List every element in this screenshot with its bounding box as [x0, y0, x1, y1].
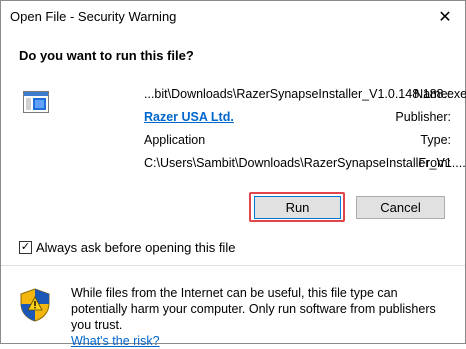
name-row: Name: ...bit\Downloads\RazerSynapseInsta…	[51, 87, 466, 105]
publisher-label: Publisher:	[395, 110, 451, 124]
from-value: C:\Users\Sambit\Downloads\RazerSynapseIn…	[144, 156, 466, 170]
application-file-icon	[23, 91, 49, 113]
always-ask-checkbox[interactable]: ✓	[19, 241, 32, 254]
whats-the-risk-link[interactable]: What's the risk?	[71, 334, 160, 348]
from-row: From: C:\Users\Sambit\Downloads\RazerSyn…	[51, 156, 466, 174]
name-value: ...bit\Downloads\RazerSynapseInstaller_V…	[144, 87, 466, 101]
checkmark-icon: ✓	[20, 241, 31, 253]
separator	[1, 265, 465, 266]
always-ask-label: Always ask before opening this file	[36, 240, 236, 255]
cancel-button[interactable]: Cancel	[356, 196, 445, 219]
window-title: Open File - Security Warning	[10, 9, 177, 24]
always-ask-option[interactable]: ✓ Always ask before opening this file	[19, 240, 235, 255]
run-question: Do you want to run this file?	[19, 48, 194, 63]
publisher-row: Publisher: Razer USA Ltd.	[51, 110, 451, 128]
type-row: Type: Application	[51, 133, 451, 151]
publisher-link[interactable]: Razer USA Ltd.	[144, 110, 234, 124]
warning-message: While files from the Internet can be use…	[71, 285, 451, 349]
security-shield-icon	[20, 288, 50, 322]
run-button[interactable]: Run	[254, 196, 341, 219]
title-bar: Open File - Security Warning ✕	[1, 1, 465, 32]
type-label: Type:	[420, 133, 451, 147]
security-warning-dialog: Open File - Security Warning ✕ Do you wa…	[0, 0, 466, 348]
type-value: Application	[144, 133, 206, 147]
warning-text: While files from the Internet can be use…	[71, 286, 436, 332]
close-button[interactable]: ✕	[425, 1, 465, 32]
